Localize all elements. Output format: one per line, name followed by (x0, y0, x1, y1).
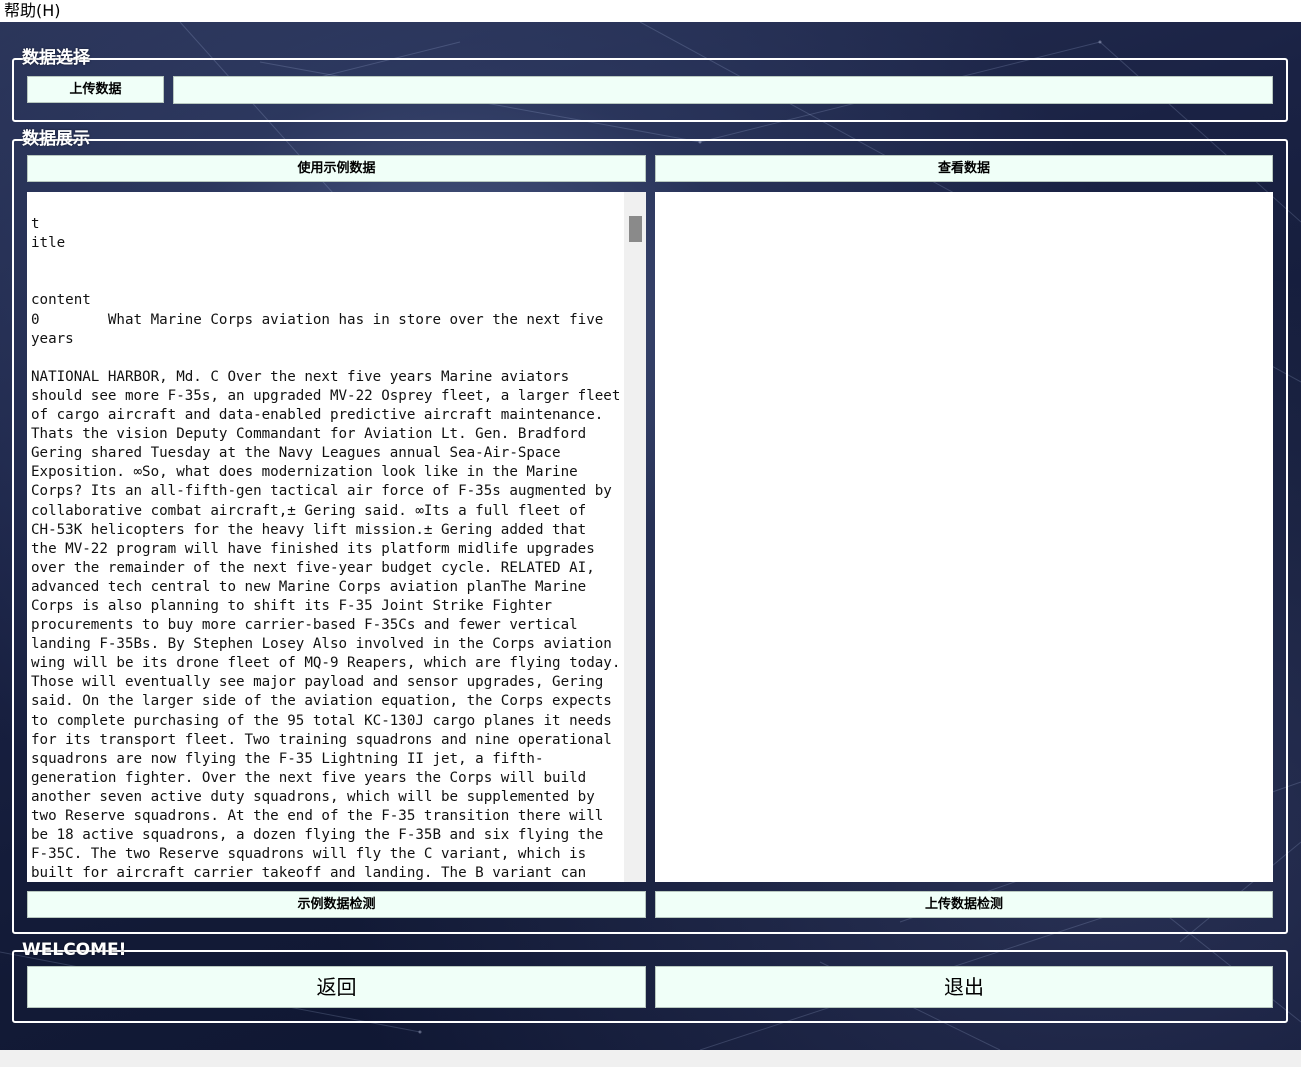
data-display-title: 数据展示 (22, 129, 90, 149)
upload-data-button[interactable]: 上传数据 (27, 76, 164, 103)
exit-button[interactable]: 退出 (655, 966, 1273, 1008)
menu-help[interactable]: 帮助(H) (4, 0, 61, 22)
data-select-title: 数据选择 (22, 48, 90, 68)
sample-text-area[interactable]: t itle content 0 What Marine Corps aviat… (27, 192, 646, 882)
sample-text-content: t itle content 0 What Marine Corps aviat… (31, 216, 621, 882)
use-sample-data-button[interactable]: 使用示例数据 (27, 155, 646, 182)
text-scrollbar[interactable] (624, 192, 646, 882)
welcome-title: WELCOME! (22, 940, 127, 960)
file-path-field[interactable] (173, 76, 1273, 104)
back-button[interactable]: 返回 (27, 966, 646, 1008)
status-bar (0, 1050, 1301, 1067)
menu-bar: 帮助(H) (0, 0, 1301, 22)
view-data-button[interactable]: 查看数据 (655, 155, 1273, 182)
sample-data-detect-button[interactable]: 示例数据检测 (27, 891, 646, 918)
data-view-area[interactable] (655, 192, 1273, 882)
upload-data-detect-button[interactable]: 上传数据检测 (655, 891, 1273, 918)
scrollbar-thumb[interactable] (629, 216, 642, 242)
